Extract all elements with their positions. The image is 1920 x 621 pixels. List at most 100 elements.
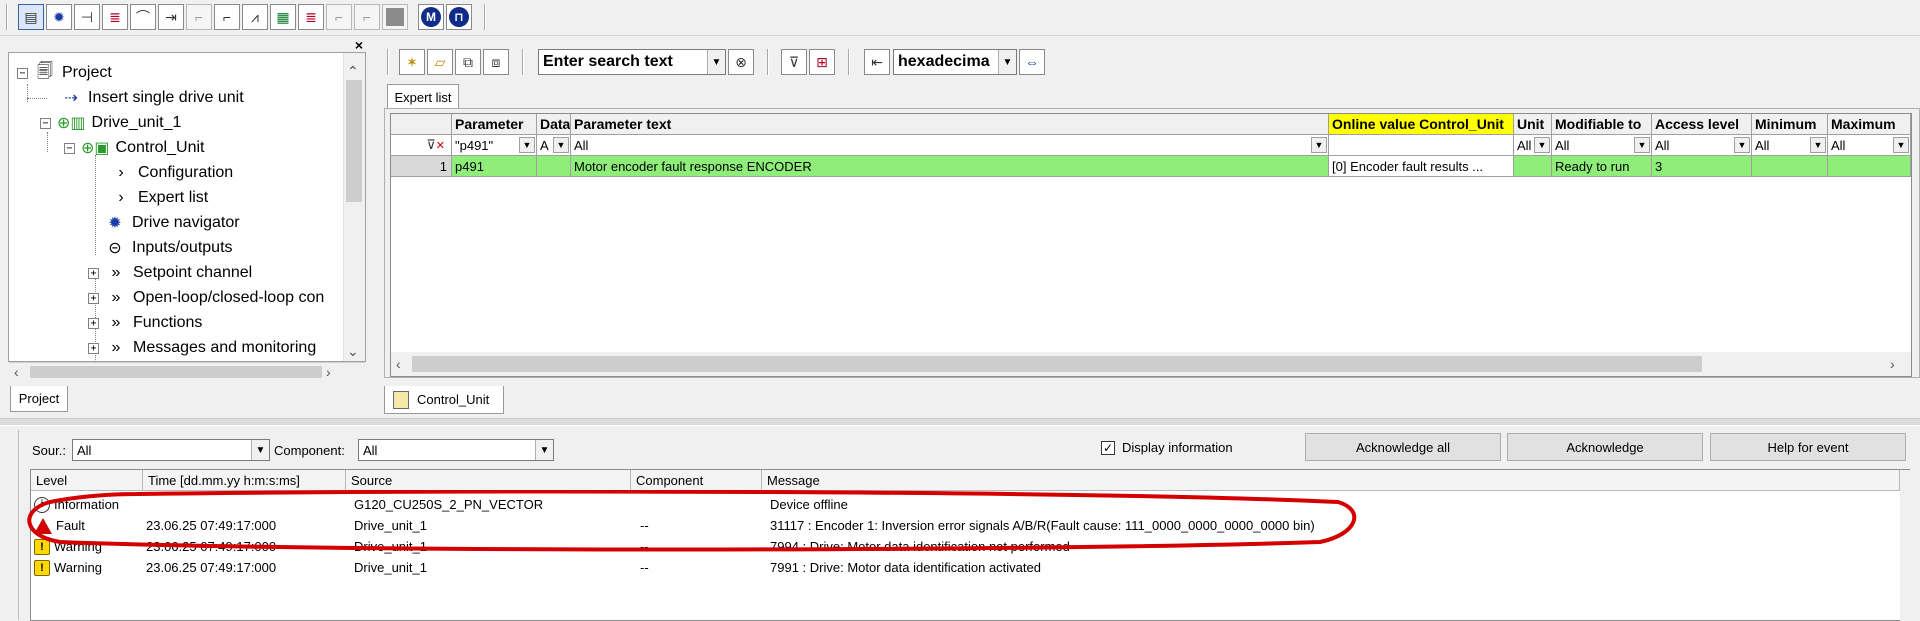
column-header-data[interactable]: Data <box>537 114 571 135</box>
number-format-select[interactable]: hexadecima ▼ <box>893 49 1017 75</box>
cell-modifiable-to[interactable]: Ready to run <box>1552 156 1652 177</box>
export-icon[interactable]: ⧉ <box>455 49 481 75</box>
message-row-level[interactable]: Fault <box>34 515 85 536</box>
cell-unit[interactable] <box>1514 156 1552 177</box>
tree-item-configuration[interactable]: › Configuration <box>110 161 233 185</box>
tree-item-drive-navigator[interactable]: ✹ Drive navigator <box>104 211 239 235</box>
cell-parameter[interactable]: p491 <box>452 156 537 177</box>
cell-parameter-text[interactable]: Motor encoder fault response ENCODER <box>571 156 1329 177</box>
column-header-parameter-text[interactable]: Parameter text <box>571 114 1329 135</box>
search-input[interactable]: Enter search text ▼ <box>538 49 726 75</box>
chevron-down-icon[interactable]: ▼ <box>519 137 535 153</box>
filter-unit[interactable]: All ▼ <box>1514 135 1552 156</box>
collapse-icon[interactable]: − <box>40 117 51 129</box>
row-number[interactable]: 1 <box>391 156 452 177</box>
column-header-source[interactable]: Source <box>346 470 631 491</box>
chevron-down-icon[interactable]: ▼ <box>1810 137 1826 153</box>
tree-item-drive-unit-1[interactable]: − ⊕▥ Drive_unit_1 <box>40 111 181 135</box>
collapse-icon[interactable]: − <box>64 142 75 154</box>
display-information-checkbox[interactable]: ✓ <box>1101 441 1115 455</box>
message-row-level[interactable]: ! Warning <box>34 536 102 557</box>
column-header-parameter[interactable]: Parameter <box>452 114 537 135</box>
column-header-level[interactable]: Level <box>31 470 143 491</box>
filter-parameter[interactable]: "p491" ▼ <box>452 135 537 156</box>
open-folder-icon[interactable]: ▱ <box>427 49 453 75</box>
scroll-up-icon[interactable]: ⌃ <box>347 64 359 78</box>
cell-maximum[interactable] <box>1828 156 1911 177</box>
acknowledge-all-button[interactable]: Acknowledge all <box>1305 433 1501 461</box>
filter-modifiable-to[interactable]: All ▼ <box>1552 135 1652 156</box>
scroll-left-icon[interactable]: ‹ <box>14 365 19 379</box>
motor-pulse-icon[interactable]: ⊓ <box>446 4 472 30</box>
filter-maximum[interactable]: All ▼ <box>1828 135 1911 156</box>
tree-item-setpoint-channel[interactable]: + » Setpoint channel <box>88 261 252 285</box>
column-header-modifiable-to[interactable]: Modifiable to <box>1552 114 1652 135</box>
format-left-icon[interactable]: ⇤ <box>864 49 890 75</box>
tab-expert-list[interactable]: Expert list <box>387 84 459 109</box>
scroll-down-icon[interactable]: ⌄ <box>347 344 359 358</box>
signal-flow-icon[interactable]: ⇥ <box>158 4 184 30</box>
chevron-down-icon[interactable]: ▼ <box>707 50 725 74</box>
column-header-unit[interactable]: Unit <box>1514 114 1552 135</box>
motor-m-icon[interactable]: M <box>418 4 444 30</box>
grid-hscroll-thumb[interactable] <box>412 356 1702 372</box>
tree-item-messages-monitoring[interactable]: + » Messages and monitoring <box>88 336 316 360</box>
column-header-access-level[interactable]: Access level <box>1652 114 1752 135</box>
tree-hscroll-thumb[interactable] <box>30 366 322 378</box>
close-icon[interactable]: × <box>352 38 366 52</box>
scroll-left-icon[interactable]: ‹ <box>396 357 401 371</box>
filter-data[interactable]: A ▼ <box>537 135 571 156</box>
tree-item-open-closed-loop-control[interactable]: + » Open-loop/closed-loop con <box>88 286 324 310</box>
compare-icon[interactable]: ⧈ <box>483 49 509 75</box>
expand-icon[interactable]: + <box>88 292 99 304</box>
cell-data[interactable] <box>537 156 571 177</box>
filter-minimum[interactable]: All ▼ <box>1752 135 1828 156</box>
filter-icon[interactable]: ⊽ <box>781 49 807 75</box>
source-select[interactable]: All ▼ <box>72 439 270 461</box>
tree-item-expert-list[interactable]: › Expert list <box>110 186 208 210</box>
filter-parameter-text[interactable]: All ▼ <box>571 135 1329 156</box>
tab-control-unit[interactable]: Control_Unit <box>384 386 504 414</box>
chevron-down-icon[interactable]: ▼ <box>1311 137 1327 153</box>
filter-settings-icon[interactable]: ⊞ <box>809 49 835 75</box>
scroll-right-icon[interactable]: › <box>1890 357 1895 371</box>
chevron-down-icon[interactable]: ▼ <box>1734 137 1750 153</box>
filter-reset-cell[interactable]: ⊽ ✕ <box>391 135 452 156</box>
scroll-right-icon[interactable]: › <box>326 365 331 379</box>
chevron-down-icon[interactable]: ▼ <box>553 137 569 153</box>
tree-item-control-unit[interactable]: − ⊕▣ Control_Unit <box>64 136 204 160</box>
chevron-down-icon[interactable]: ▼ <box>1634 137 1650 153</box>
chevron-down-icon[interactable]: ▼ <box>1893 137 1909 153</box>
new-parameter-list-icon[interactable]: ✶ <box>399 49 425 75</box>
expand-icon[interactable]: + <box>88 267 99 279</box>
collapse-icon[interactable]: − <box>17 67 28 79</box>
device-trace-icon[interactable]: ≣ <box>102 4 128 30</box>
chevron-down-icon[interactable]: ▼ <box>1534 137 1550 153</box>
chevron-down-icon[interactable]: ▼ <box>535 440 553 460</box>
fault-list-icon[interactable]: ≣ <box>298 4 324 30</box>
acknowledge-button[interactable]: Acknowledge <box>1507 433 1703 461</box>
tree-scroll-thumb[interactable] <box>346 80 362 202</box>
drive-navigator-icon[interactable]: ✹ <box>46 4 72 30</box>
tree-item-insert-single-drive-unit[interactable]: ⇢ Insert single drive unit <box>60 86 243 110</box>
component-select[interactable]: All ▼ <box>358 439 554 461</box>
cell-access-level[interactable]: 3 <box>1652 156 1752 177</box>
panel-splitter[interactable] <box>0 418 1920 426</box>
column-header-online-value[interactable]: Online value Control_Unit <box>1329 114 1514 135</box>
control-panel-icon[interactable]: ⊣ <box>74 4 100 30</box>
chevron-down-icon[interactable]: ▼ <box>998 50 1016 74</box>
help-for-event-button[interactable]: Help for event <box>1710 433 1906 461</box>
message-vertical-scrollbar[interactable] <box>1900 470 1918 621</box>
filter-online-value[interactable] <box>1329 135 1514 156</box>
cell-minimum[interactable] <box>1752 156 1828 177</box>
tree-item-inputs-outputs[interactable]: ⊝ Inputs/outputs <box>104 236 232 260</box>
filter-reset-icon[interactable]: ⊽ <box>426 137 436 153</box>
column-header-time[interactable]: Time [dd.mm.yy h:m:s:ms] <box>143 470 346 491</box>
filter-access-level[interactable]: All ▼ <box>1652 135 1752 156</box>
cell-online-value[interactable]: [0] Encoder fault results ... <box>1329 156 1514 177</box>
tab-project[interactable]: Project <box>10 386 68 412</box>
chart-icon[interactable]: ⩘ <box>242 4 268 30</box>
column-header-maximum[interactable]: Maximum <box>1828 114 1911 135</box>
column-header-minimum[interactable]: Minimum <box>1752 114 1828 135</box>
measuring-function-icon[interactable]: ⌐ <box>214 4 240 30</box>
